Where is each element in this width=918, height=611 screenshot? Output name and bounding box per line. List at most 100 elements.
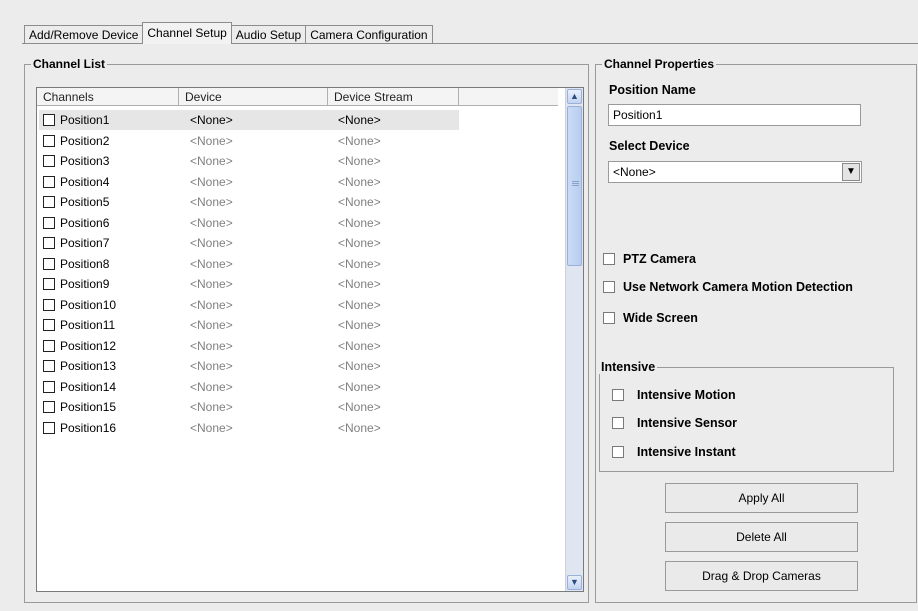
channel-cell: Position4 <box>37 175 190 189</box>
device-stream-cell: <None> <box>338 154 381 169</box>
ptz-camera-checkbox[interactable]: PTZ Camera <box>603 252 696 266</box>
position-name-input[interactable]: Position1 <box>608 104 861 126</box>
device-stream-cell: <None> <box>338 400 381 415</box>
apply-all-button[interactable]: Apply All <box>665 483 858 513</box>
row-checkbox[interactable] <box>43 360 55 373</box>
device-cell: <None> <box>190 359 233 374</box>
select-device-dropdown[interactable]: <None> ▼ <box>608 161 862 183</box>
vertical-scrollbar[interactable]: ▲ ▼ <box>565 88 583 591</box>
intensive-motion-checkbox[interactable]: Intensive Motion <box>612 388 736 402</box>
table-row[interactable]: Position15 <None> <None> <box>37 397 488 418</box>
device-stream-cell: <None> <box>338 338 381 353</box>
device-cell: <None> <box>190 195 233 210</box>
select-device-label: Select Device <box>609 139 690 153</box>
wide-screen-label: Wide Screen <box>623 311 698 325</box>
table-row[interactable]: Position11 <None> <None> <box>37 315 488 336</box>
table-row[interactable]: Position6 <None> <None> <box>37 213 488 234</box>
channel-name: Position11 <box>60 318 116 333</box>
intensive-instant-label: Intensive Instant <box>637 445 736 459</box>
channel-name: Position9 <box>60 277 110 292</box>
device-cell: <None> <box>190 154 233 169</box>
row-checkbox[interactable] <box>43 401 55 414</box>
row-checkbox[interactable] <box>43 319 55 332</box>
channel-name: Position3 <box>60 154 110 169</box>
table-row[interactable]: Position7 <None> <None> <box>37 233 488 254</box>
list-header: Channels Device Device Stream <box>37 88 558 107</box>
checkbox-box[interactable] <box>603 281 615 293</box>
checkbox-box[interactable] <box>612 417 624 429</box>
position-name-label: Position Name <box>609 83 696 97</box>
row-checkbox[interactable] <box>43 175 55 188</box>
table-row[interactable]: Position3 <None> <None> <box>37 151 488 172</box>
checkbox-box[interactable] <box>612 389 624 401</box>
tab-bar: Add/Remove Device Channel Setup Audio Se… <box>24 22 433 44</box>
table-row[interactable]: Position10 <None> <None> <box>37 295 488 316</box>
ptz-camera-label: PTZ Camera <box>623 252 696 266</box>
device-stream-cell: <None> <box>338 256 381 271</box>
device-cell: <None> <box>190 256 233 271</box>
column-header-device[interactable]: Device <box>179 88 328 106</box>
device-stream-cell: <None> <box>338 318 381 333</box>
scroll-up-arrow-icon[interactable]: ▲ <box>567 89 582 104</box>
table-row[interactable]: Position8 <None> <None> <box>37 254 488 275</box>
row-checkbox[interactable] <box>43 196 55 209</box>
device-stream-cell: <None> <box>338 113 381 128</box>
device-stream-cell: <None> <box>338 174 381 189</box>
device-cell: <None> <box>190 338 233 353</box>
device-cell: <None> <box>190 379 233 394</box>
checkbox-box[interactable] <box>603 253 615 265</box>
channel-cell: Position5 <box>37 195 190 209</box>
device-cell: <None> <box>190 133 233 148</box>
row-checkbox[interactable] <box>43 380 55 393</box>
delete-all-button[interactable]: Delete All <box>665 522 858 552</box>
drag-drop-cameras-button[interactable]: Drag & Drop Cameras <box>665 561 858 591</box>
channel-name: Position7 <box>60 236 110 251</box>
device-stream-cell: <None> <box>338 277 381 292</box>
wide-screen-checkbox[interactable]: Wide Screen <box>603 311 698 325</box>
table-row[interactable]: Position4 <None> <None> <box>37 172 488 193</box>
device-cell: <None> <box>190 236 233 251</box>
channel-cell: Position3 <box>37 154 190 168</box>
table-row[interactable]: Position9 <None> <None> <box>37 274 488 295</box>
channel-cell: Position10 <box>37 298 190 312</box>
table-row[interactable]: Position1 <None> <None> <box>37 110 488 131</box>
table-row[interactable]: Position12 <None> <None> <box>37 336 488 357</box>
tab-camera-configuration[interactable]: Camera Configuration <box>305 25 433 44</box>
channel-name: Position12 <box>60 338 117 353</box>
row-checkbox[interactable] <box>43 155 55 168</box>
tab-add-remove-device[interactable]: Add/Remove Device <box>24 25 144 44</box>
intensive-instant-checkbox[interactable]: Intensive Instant <box>612 445 736 459</box>
checkbox-box[interactable] <box>612 446 624 458</box>
row-checkbox[interactable] <box>43 339 55 352</box>
table-row[interactable]: Position16 <None> <None> <box>37 418 488 439</box>
table-row[interactable]: Position5 <None> <None> <box>37 192 488 213</box>
scroll-down-arrow-icon[interactable]: ▼ <box>567 575 582 590</box>
chevron-down-icon[interactable]: ▼ <box>842 163 860 181</box>
scroll-thumb[interactable] <box>567 106 582 266</box>
row-checkbox[interactable] <box>43 114 55 127</box>
channel-name: Position4 <box>60 174 110 189</box>
device-cell: <None> <box>190 215 233 230</box>
row-checkbox[interactable] <box>43 216 55 229</box>
row-checkbox[interactable] <box>43 237 55 250</box>
row-checkbox[interactable] <box>43 298 55 311</box>
device-cell: <None> <box>190 318 233 333</box>
table-row[interactable]: Position14 <None> <None> <box>37 377 488 398</box>
row-checkbox[interactable] <box>43 134 55 147</box>
tab-audio-setup[interactable]: Audio Setup <box>230 25 307 44</box>
row-checkbox[interactable] <box>43 257 55 270</box>
intensive-sensor-checkbox[interactable]: Intensive Sensor <box>612 416 737 430</box>
tab-channel-setup[interactable]: Channel Setup <box>142 22 232 44</box>
table-row[interactable]: Position2 <None> <None> <box>37 131 488 152</box>
network-motion-detection-checkbox[interactable]: Use Network Camera Motion Detection <box>603 280 853 294</box>
device-stream-cell: <None> <box>338 236 381 251</box>
checkbox-box[interactable] <box>603 312 615 324</box>
row-checkbox[interactable] <box>43 421 55 434</box>
channel-cell: Position11 <box>37 318 190 332</box>
column-header-channels[interactable]: Channels <box>37 88 179 106</box>
channel-cell: Position1 <box>37 113 190 127</box>
table-row[interactable]: Position13 <None> <None> <box>37 356 488 377</box>
row-checkbox[interactable] <box>43 278 55 291</box>
channel-listview[interactable]: Channels Device Device Stream Position1 <… <box>36 87 584 592</box>
column-header-device-stream[interactable]: Device Stream <box>328 88 459 106</box>
